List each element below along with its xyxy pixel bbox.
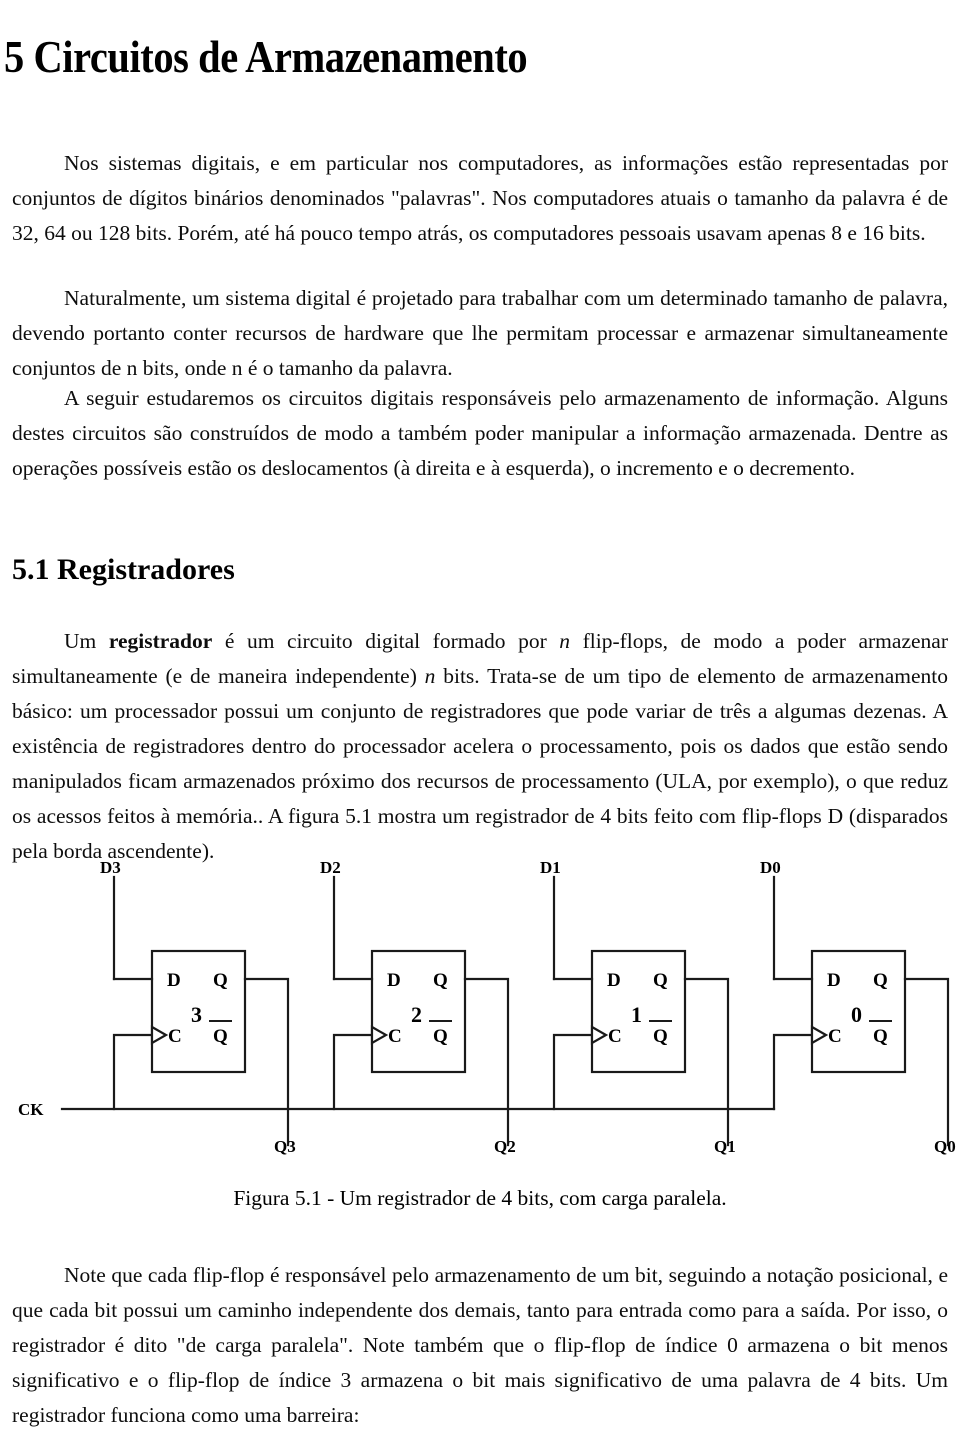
port-label-qbar-1: Q bbox=[653, 1026, 668, 1047]
port-label-q-3: Q bbox=[213, 970, 228, 991]
paragraph-overview-text: A seguir estudaremos os circuitos digita… bbox=[12, 385, 948, 480]
port-label-qbar-2: Q bbox=[433, 1026, 448, 1047]
paragraph-note-text: Note que cada flip-flop é responsável pe… bbox=[12, 1262, 948, 1427]
label-q0: Q0 bbox=[934, 1137, 956, 1156]
port-label-q-1: Q bbox=[653, 970, 668, 991]
port-label-c-1: C bbox=[608, 1026, 622, 1047]
paragraph-registrador-text-b: é um circuito digital formado por bbox=[212, 628, 560, 653]
wire-ck-to-ff2 bbox=[332, 1033, 374, 1111]
variable-n-first: n bbox=[559, 628, 571, 653]
clock-triangle-1 bbox=[590, 1025, 609, 1045]
wire-ck-to-ff0 bbox=[772, 1033, 814, 1111]
port-label-qbar-0: Q bbox=[873, 1026, 888, 1047]
port-label-q-2: Q bbox=[433, 970, 448, 991]
wire-q0-out bbox=[903, 977, 950, 1147]
label-q2: Q2 bbox=[494, 1137, 516, 1156]
figure-5-1: D3 D2 D1 D0 CK Q3 Q2 Q1 Q0 D Q 3 C Q D Q… bbox=[0, 855, 960, 1230]
label-q3: Q3 bbox=[274, 1137, 296, 1156]
label-d3: D3 bbox=[100, 858, 121, 877]
paragraph-intro: Nos sistemas digitais, e em particular n… bbox=[12, 146, 948, 251]
port-label-q-0: Q bbox=[873, 970, 888, 991]
page-title: 5 Circuitos de Armazenamento bbox=[4, 30, 528, 82]
paragraph-word-size: Naturalmente, um sistema digital é proje… bbox=[12, 281, 948, 386]
section-title-registradores: 5.1 Registradores bbox=[12, 552, 235, 586]
wire-ck-to-ff3 bbox=[112, 1033, 154, 1111]
port-label-c-2: C bbox=[388, 1026, 402, 1047]
flipflop-index-2: 2 bbox=[411, 1002, 422, 1027]
paragraph-note: Note que cada flip-flop é responsável pe… bbox=[12, 1258, 948, 1433]
flipflop-index-0: 0 bbox=[851, 1002, 862, 1027]
figure-caption: Figura 5.1 - Um registrador de 4 bits, c… bbox=[233, 1186, 727, 1210]
wire-q3-out bbox=[243, 977, 290, 1147]
port-label-qbar-3: Q bbox=[213, 1026, 228, 1047]
clock-triangle-0 bbox=[810, 1025, 829, 1045]
flipflop-index-3: 3 bbox=[191, 1002, 202, 1027]
flipflop-index-1: 1 bbox=[631, 1002, 642, 1027]
port-label-c-3: C bbox=[168, 1026, 182, 1047]
label-d2: D2 bbox=[320, 858, 341, 877]
paragraph-overview: A seguir estudaremos os circuitos digita… bbox=[12, 381, 948, 486]
register-circuit-diagram: D3 D2 D1 D0 CK Q3 Q2 Q1 Q0 D Q 3 C Q D Q… bbox=[18, 858, 956, 1156]
wire-q2-out bbox=[463, 977, 510, 1147]
term-registrador: registrador bbox=[108, 628, 213, 653]
label-d1: D1 bbox=[540, 858, 561, 877]
port-label-c-0: C bbox=[828, 1026, 842, 1047]
wire-ck-to-ff1 bbox=[552, 1033, 594, 1111]
port-label-d-3: D bbox=[167, 970, 181, 991]
paragraph-registrador: Um registrador é um circuito digital for… bbox=[12, 624, 948, 869]
variable-n-second: n bbox=[424, 663, 436, 688]
port-label-d-1: D bbox=[607, 970, 621, 991]
document-page: 5 Circuitos de Armazenamento Nos sistema… bbox=[0, 0, 960, 1426]
label-q1: Q1 bbox=[714, 1137, 736, 1156]
clock-triangle-2 bbox=[370, 1025, 389, 1045]
port-label-d-0: D bbox=[827, 970, 841, 991]
label-d0: D0 bbox=[760, 858, 781, 877]
wire-q1-out bbox=[683, 977, 730, 1147]
paragraph-registrador-text-d: bits. Trata-se de um tipo de elemento de… bbox=[12, 663, 948, 863]
clock-triangle-3 bbox=[150, 1025, 169, 1045]
paragraph-registrador-text-a: Um bbox=[64, 628, 109, 653]
paragraph-word-size-text: Naturalmente, um sistema digital é proje… bbox=[12, 285, 948, 380]
label-ck: CK bbox=[18, 1100, 44, 1119]
paragraph-intro-text: Nos sistemas digitais, e em particular n… bbox=[12, 150, 948, 245]
port-label-d-2: D bbox=[387, 970, 401, 991]
